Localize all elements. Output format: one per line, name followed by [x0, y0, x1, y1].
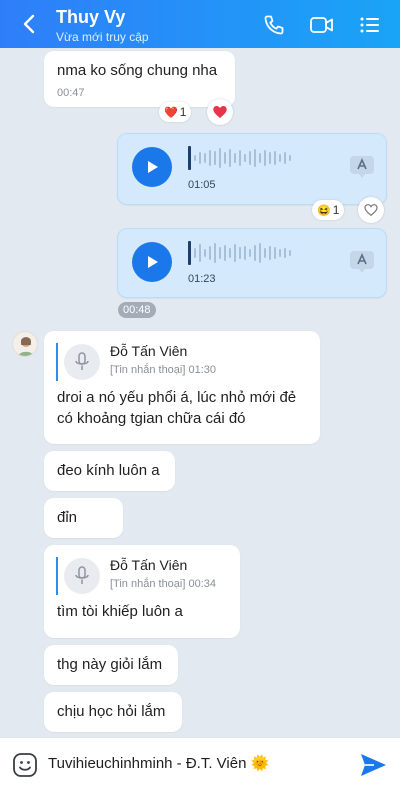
message-time: 00:47: [57, 87, 85, 99]
heart-outline-icon: [364, 204, 378, 217]
emoji-icon[interactable]: [12, 752, 38, 778]
reaction-summary[interactable]: 😆 1: [312, 200, 345, 220]
message-text-line: có khoảng tgian chữa cái đó: [57, 410, 246, 427]
message-bubble[interactable]: thg này giỏi lắm: [44, 645, 178, 685]
message-text-line: droi a nó yếu phổi á, lúc nhỏ mới đẻ: [57, 389, 297, 406]
quote-author: Đỗ Tấn Viên: [110, 557, 188, 573]
message-text: thg này giỏi lắm: [57, 656, 163, 673]
mic-icon: [64, 558, 100, 594]
voice-message-bubble[interactable]: 01:23: [117, 228, 387, 298]
phone-icon[interactable]: [262, 13, 286, 37]
play-button[interactable]: [132, 147, 172, 187]
message-composer: Tuvihieuchinhminh - Đ.T. Viên 🌞: [0, 737, 400, 791]
send-icon[interactable]: [358, 751, 388, 779]
heart-react-button[interactable]: [207, 99, 233, 125]
contact-status: Vừa mới truy cập: [56, 30, 149, 44]
contact-name[interactable]: Thuy Vy: [56, 7, 125, 28]
reply-message-bubble[interactable]: Đỗ Tấn Viên [Tin nhắn thoại] 01:30 droi …: [44, 331, 320, 444]
chat-header: Thuy Vy Vừa mới truy cập: [0, 0, 400, 48]
message-bubble[interactable]: nma ko sống chung nha 00:47: [44, 51, 235, 107]
transcribe-icon[interactable]: [348, 154, 376, 180]
reply-message-bubble[interactable]: Đỗ Tấn Viên [Tin nhắn thoại] 00:34 tìm t…: [44, 545, 240, 638]
menu-list-icon[interactable]: [358, 13, 382, 37]
message-text: chịu học hỏi lắm: [57, 703, 166, 720]
message-text: đeo kính luôn a: [57, 462, 160, 479]
reaction-summary[interactable]: ❤️ 1: [159, 102, 192, 122]
quote-author: Đỗ Tấn Viên: [110, 343, 188, 359]
laugh-reaction-icon: 😆: [317, 204, 331, 217]
message-text: đỉn: [57, 509, 78, 526]
time-separator: 00:48: [118, 302, 156, 318]
heart-reaction-icon: ❤️: [164, 106, 178, 119]
play-button[interactable]: [132, 242, 172, 282]
audio-waveform[interactable]: [188, 146, 291, 170]
quote-preview: [Tin nhắn thoại] 00:34: [110, 578, 217, 590]
quoted-message[interactable]: Đỗ Tấn Viên [Tin nhắn thoại] 01:30: [56, 343, 296, 381]
video-call-icon[interactable]: [309, 13, 335, 37]
transcribe-icon[interactable]: [348, 249, 376, 275]
message-bubble[interactable]: chịu học hỏi lắm: [44, 692, 182, 732]
message-text: tìm tòi khiếp luôn a: [57, 603, 183, 620]
heart-icon: [213, 106, 227, 118]
contact-avatar[interactable]: [12, 331, 38, 357]
message-bubble[interactable]: đỉn: [44, 498, 123, 538]
heart-react-button[interactable]: [358, 197, 384, 223]
message-bubble[interactable]: đeo kính luôn a: [44, 451, 175, 491]
voice-duration: 01:05: [188, 179, 216, 191]
reaction-count: 1: [332, 203, 340, 217]
mic-icon: [64, 344, 100, 380]
back-icon[interactable]: [18, 12, 42, 36]
quoted-message[interactable]: Đỗ Tấn Viên [Tin nhắn thoại] 00:34: [56, 557, 226, 595]
message-text: nma ko sống chung nha: [57, 62, 218, 79]
play-icon: [148, 161, 158, 173]
message-input[interactable]: Tuvihieuchinhminh - Đ.T. Viên 🌞: [48, 754, 269, 772]
reaction-count: 1: [179, 105, 187, 119]
voice-message-bubble[interactable]: 01:05: [117, 133, 387, 205]
play-icon: [148, 256, 158, 268]
avatar-image: [18, 337, 34, 356]
audio-waveform[interactable]: [188, 241, 291, 265]
quote-preview: [Tin nhắn thoại] 01:30: [110, 364, 217, 376]
voice-duration: 01:23: [188, 273, 216, 285]
